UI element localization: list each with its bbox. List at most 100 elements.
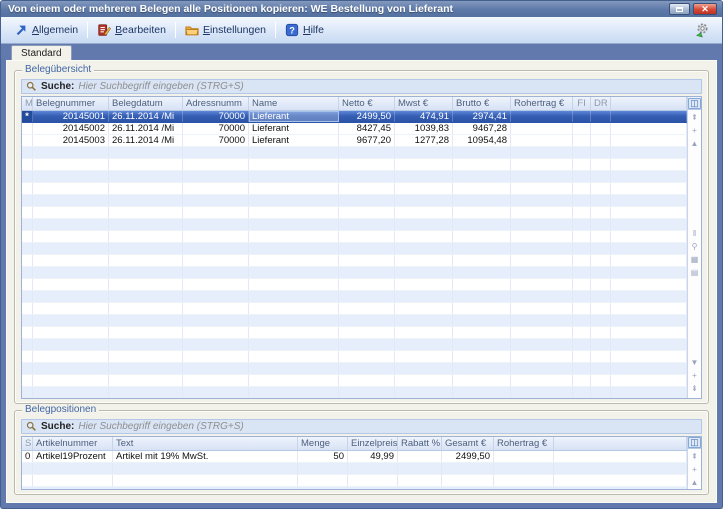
restore-button[interactable] (669, 3, 690, 15)
grid-empty-cell (511, 267, 573, 278)
table-row[interactable]: * 20145001 26.11.2014 /Mi 70000 Lieferan… (22, 111, 687, 123)
grid-empty-cell (183, 315, 249, 326)
grid-empty-row (22, 195, 687, 207)
grid-empty-cell (22, 183, 33, 194)
grid-empty-cell (33, 375, 109, 386)
grid-empty-cell (554, 463, 687, 474)
grid-view-icon[interactable]: ▦ (691, 255, 699, 265)
grid-empty-cell (109, 147, 183, 158)
table-row[interactable]: 20145002 26.11.2014 /Mi 70000 Lieferant … (22, 123, 687, 135)
grid-empty-cell (33, 315, 109, 326)
menu-hilfe[interactable]: ? Hilfe (280, 21, 329, 39)
cell-adressnummer: 70000 (183, 135, 249, 146)
column-chooser-icon[interactable]: ◫ (688, 437, 701, 448)
grid-empty-cell (339, 363, 395, 374)
grid-empty-cell (453, 171, 511, 182)
grid-empty-cell (398, 487, 442, 489)
positions-search-bar[interactable]: Suche: Hier Suchbegriff eingeben (STRG+S… (21, 419, 702, 434)
menu-einstellungen[interactable]: Einstellungen (180, 21, 271, 39)
col-header-adressnummer[interactable]: Adressnumm (183, 97, 249, 110)
close-button[interactable]: ✕ (693, 3, 717, 15)
grid-empty-cell (573, 339, 591, 350)
col-header-text[interactable]: Text (113, 437, 298, 450)
grid-empty-cell (611, 315, 687, 326)
col-header-rabatt[interactable]: Rabatt % (398, 437, 442, 450)
grid-empty-cell (183, 171, 249, 182)
cell-mwst: 1039,83 (395, 123, 453, 134)
cell-fi (573, 135, 591, 146)
col-header-name[interactable]: Name (249, 97, 339, 110)
col-header-gesamt[interactable]: Gesamt € (442, 437, 494, 450)
cell-filler (611, 123, 687, 134)
grid-empty-cell (109, 243, 183, 254)
col-header-artikelnummer[interactable]: Artikelnummer (33, 437, 113, 450)
grid-empty-cell (395, 303, 453, 314)
grid-empty-cell (453, 303, 511, 314)
scroll-down-icon[interactable]: ▼ (691, 358, 699, 368)
grid-empty-cell (22, 463, 33, 474)
col-header-belegnummer[interactable]: Belegnummer (33, 97, 109, 110)
grid-empty-cell (453, 351, 511, 362)
grid-empty-cell (348, 475, 398, 486)
grid-empty-cell (611, 159, 687, 170)
grid-empty-cell (22, 147, 33, 158)
cell-gesamt: 2499,50 (442, 451, 494, 462)
col-header-einzelpreis[interactable]: Einzelpreis € (348, 437, 398, 450)
table-row[interactable]: 0 Artikel19Prozent Artikel mit 19% MwSt.… (22, 451, 687, 463)
grid-empty-cell (591, 159, 611, 170)
grid-empty-cell (113, 463, 298, 474)
col-header-menge[interactable]: Menge (298, 437, 348, 450)
grid-empty-cell (511, 171, 573, 182)
scroll-top-icon[interactable]: ⇞ (691, 113, 698, 123)
grid-empty-cell (22, 243, 33, 254)
grid-empty-cell (573, 183, 591, 194)
grid-empty-row (22, 279, 687, 291)
overview-search-bar[interactable]: Suche: Hier Suchbegriff eingeben (STRG+S… (21, 79, 702, 94)
cell-belegnummer: 20145003 (33, 135, 109, 146)
col-header-fi[interactable]: FI (573, 97, 591, 110)
grid-empty-cell (453, 363, 511, 374)
tab-standard[interactable]: Standard (11, 45, 72, 60)
grid-empty-cell (395, 231, 453, 242)
grid-empty-cell (109, 219, 183, 230)
grid-empty-cell (183, 207, 249, 218)
grid-empty-cell (33, 183, 109, 194)
col-header-mwst[interactable]: Mwst € (395, 97, 453, 110)
magnifier-icon[interactable]: ⚲ (692, 242, 698, 252)
grid-empty-cell (249, 315, 339, 326)
add-row-icon[interactable]: + (692, 465, 697, 475)
sync-gear-icon[interactable] (694, 22, 710, 38)
menu-allgemein[interactable]: Allgemein (9, 21, 83, 39)
table-row[interactable]: 20145003 26.11.2014 /Mi 70000 Lieferant … (22, 135, 687, 147)
scroll-up-icon[interactable]: ▲ (691, 478, 699, 488)
toolbar-separator (87, 22, 88, 38)
arrow-up-right-icon (14, 23, 28, 37)
col-header-netto[interactable]: Netto € (339, 97, 395, 110)
col-header-brutto[interactable]: Brutto € (453, 97, 511, 110)
col-header-m[interactable]: M (22, 97, 33, 110)
grid-empty-row (22, 363, 687, 375)
col-header-rohertrag[interactable]: Rohertrag € (494, 437, 554, 450)
col-header-s[interactable]: S (22, 437, 33, 450)
grid-empty-row (22, 267, 687, 279)
col-header-belegdatum[interactable]: Belegdatum (109, 97, 183, 110)
menu-bearbeiten[interactable]: Bearbeiten (92, 21, 171, 39)
layout-icon[interactable]: ▤ (691, 268, 699, 278)
grid-empty-cell (22, 255, 33, 266)
grid-empty-cell (453, 147, 511, 158)
pause-icon[interactable]: ‖ (693, 229, 696, 239)
add-row-icon[interactable]: + (692, 371, 697, 381)
grid-empty-row (22, 315, 687, 327)
grid-empty-cell (511, 291, 573, 302)
grid-empty-cell (339, 375, 395, 386)
scroll-top-icon[interactable]: ⇞ (691, 452, 698, 462)
col-header-dr[interactable]: DR (591, 97, 611, 110)
add-row-icon[interactable]: + (692, 126, 697, 136)
scroll-bottom-icon[interactable]: ⇟ (691, 384, 698, 394)
grid-empty-cell (339, 231, 395, 242)
scroll-up-icon[interactable]: ▲ (691, 139, 699, 149)
grid-empty-cell (573, 231, 591, 242)
grid-empty-cell (249, 303, 339, 314)
col-header-rohertrag[interactable]: Rohertrag € (511, 97, 573, 110)
column-chooser-icon[interactable]: ◫ (688, 98, 701, 109)
